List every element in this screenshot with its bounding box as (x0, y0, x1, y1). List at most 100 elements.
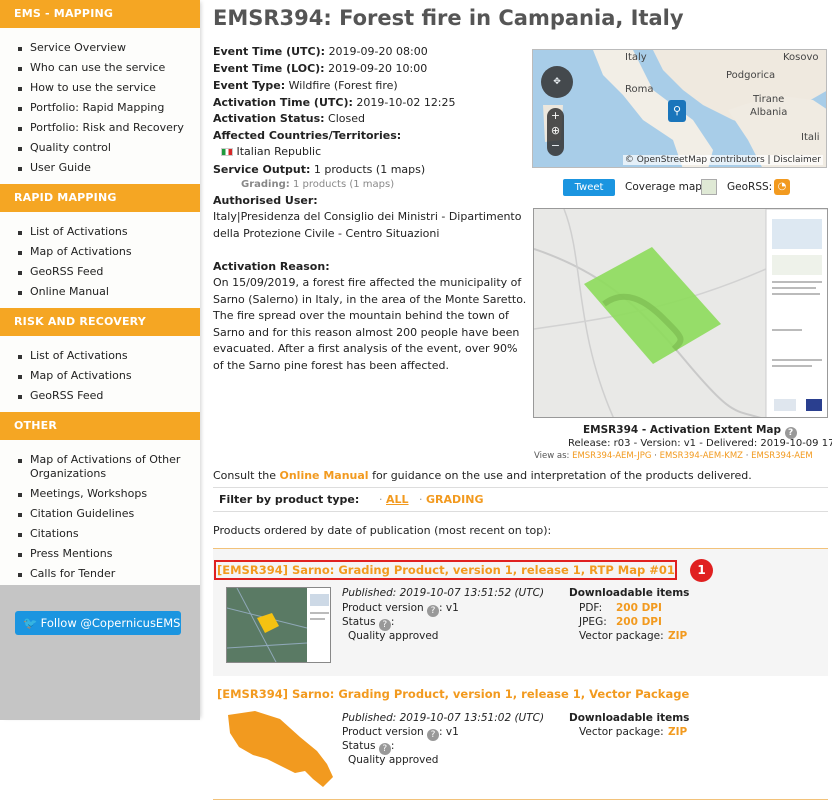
help-icon[interactable]: ? (427, 605, 440, 617)
format-link-other[interactable]: EMSR394-AEM (751, 451, 813, 461)
map-label-italy: Italy (625, 52, 647, 63)
download-vector-link[interactable]: ZIP (668, 725, 687, 740)
filter-bar: Filter by product type: · ALL · GRADING (213, 487, 828, 512)
menu-item-service-overview[interactable]: Service Overview (0, 38, 200, 58)
consult-note: Consult the Online Manual for guidance o… (213, 469, 752, 482)
download-vector: Vector package: (579, 630, 664, 642)
extent-map-graphic (534, 209, 827, 417)
filter-grading[interactable]: GRADING (426, 493, 483, 506)
filter-all[interactable]: ALL (386, 493, 409, 506)
map-label-itali: Itali (801, 132, 820, 143)
map-pan-control[interactable]: ✥ (541, 66, 573, 98)
product-published: Published: 2019-10-07 13:51:52 (UTC) (342, 587, 545, 599)
product-thumbnail[interactable] (226, 587, 331, 663)
format-link-kmz[interactable]: EMSR394-AEM-KMZ (660, 451, 743, 461)
country-item: Italian Republic (221, 144, 321, 160)
rapid-mapping-menu: List of Activations Map of Activations G… (0, 212, 200, 308)
online-manual-link[interactable]: Online Manual (280, 469, 369, 482)
products-heading: Products ordered by date of publication … (213, 524, 552, 537)
map-label-albania: Albania (750, 107, 788, 118)
product-thumbnail-graphic (227, 588, 330, 662)
menu-item-list-activations[interactable]: List of Activations (0, 222, 200, 242)
menu-item-map-activations[interactable]: Map of Activations (0, 242, 200, 262)
map-label-tirane: Tirane (753, 94, 785, 105)
menu-item-online-manual[interactable]: Online Manual (0, 282, 200, 302)
italy-flag-icon (221, 148, 233, 156)
event-time-utc: Event Time (UTC): 2019-09-20 08:00 (213, 45, 428, 58)
map-zoom-control[interactable]: + ⊕ − (547, 108, 564, 156)
section-header-risk-recovery: RISK AND RECOVERY (0, 308, 200, 336)
download-jpeg-link[interactable]: 200 DPI (616, 615, 662, 630)
extent-map-meta: Release: r03 - Version: v1 - Delivered: … (568, 438, 832, 449)
coverage-map-icon[interactable] (701, 179, 717, 195)
vector-shape-thumbnail[interactable] (225, 709, 335, 789)
activation-reason: On 15/09/2019, a forest fire affected th… (213, 276, 527, 372)
page-title: EMSR394: Forest fire in Campania, Italy (213, 6, 684, 30)
format-link-jpg[interactable]: EMSR394-AEM-JPG (572, 451, 651, 461)
map-label-roma: Roma (625, 84, 654, 95)
product-card: [EMSR394] Sarno: Grading Product, versio… (213, 548, 828, 676)
map-pin-icon[interactable]: ⚲ (668, 100, 686, 122)
download-pdf-link[interactable]: 200 DPI (616, 601, 662, 616)
product-quality: Quality approved (348, 630, 439, 642)
menu-item-rr-map-activations[interactable]: Map of Activations (0, 366, 200, 386)
event-type: Event Type: Wildfire (Forest fire) (213, 79, 398, 92)
activation-status: Activation Status: Closed (213, 112, 365, 125)
downloadable-heading: Downloadable items (569, 712, 690, 724)
menu-item-who-can-use[interactable]: Who can use the service (0, 58, 200, 78)
risk-recovery-menu: List of Activations Map of Activations G… (0, 336, 200, 412)
grading-count: Grading: 1 products (1 maps) (241, 179, 395, 190)
authorised-user: Italy|Presidenza del Consiglio dei Minis… (213, 210, 522, 240)
map-label-kosovo: Kosovo (783, 52, 819, 63)
download-vector-link[interactable]: ZIP (668, 629, 687, 644)
tweet-button[interactable]: Tweet (563, 179, 615, 196)
section-header-other: OTHER (0, 412, 200, 440)
menu-item-quality-control[interactable]: Quality control (0, 138, 200, 158)
georss-label: GeoRSS: (727, 181, 773, 193)
coverage-map-label: Coverage map: (625, 181, 706, 193)
other-menu: Map of Activations of Other Organization… (0, 440, 200, 590)
activation-time: Activation Time (UTC): 2019-10-02 12:25 (213, 96, 456, 109)
menu-item-citation-guidelines[interactable]: Citation Guidelines (0, 504, 200, 524)
download-jpeg: JPEG: (579, 616, 607, 628)
menu-item-rr-georss[interactable]: GeoRSS Feed (0, 386, 200, 406)
follow-label: Follow @CopernicusEMS (40, 616, 181, 630)
service-output: Service Output: 1 products (1 maps) (213, 163, 426, 176)
product-title-link[interactable]: [EMSR394] Sarno: Grading Product, versio… (217, 563, 675, 577)
event-time-loc: Event Time (LOC): 2019-09-20 10:00 (213, 62, 428, 75)
download-pdf: PDF: (579, 602, 603, 614)
product-quality: Quality approved (348, 754, 439, 766)
extent-map-thumbnail[interactable] (533, 208, 828, 418)
menu-item-map-other-orgs[interactable]: Map of Activations of Other Organization… (0, 450, 200, 484)
ems-mapping-menu: Service Overview Who can use the service… (0, 28, 200, 184)
filter-label: Filter by product type: (219, 493, 360, 506)
menu-item-user-guide[interactable]: User Guide (0, 158, 200, 178)
product-published: Published: 2019-10-07 13:51:02 (UTC) (342, 712, 545, 724)
menu-item-georss[interactable]: GeoRSS Feed (0, 262, 200, 282)
product-card: [EMSR394] Sarno: Grading Product, versio… (213, 676, 828, 800)
follow-twitter-button[interactable]: 🐦 Follow @CopernicusEMS (15, 611, 181, 635)
extent-map-formats: View as: EMSR394-AEM-JPG · EMSR394-AEM-K… (534, 451, 813, 461)
section-header-ems-mapping: EMS - MAPPING (0, 0, 200, 28)
map-label-podgorica: Podgorica (726, 70, 776, 81)
menu-item-portfolio-risk[interactable]: Portfolio: Risk and Recovery (0, 118, 200, 138)
downloadable-heading: Downloadable items (569, 587, 690, 599)
rss-icon[interactable]: ◔ (774, 179, 790, 195)
map-attribution[interactable]: © OpenStreetMap contributors | Disclaime… (622, 155, 823, 165)
menu-item-portfolio-rapid[interactable]: Portfolio: Rapid Mapping (0, 98, 200, 118)
reason-label: Activation Reason: (213, 260, 330, 273)
product-title-link[interactable]: [EMSR394] Sarno: Grading Product, versio… (217, 687, 689, 701)
menu-item-how-to-use[interactable]: How to use the service (0, 78, 200, 98)
sidebar-footer (0, 585, 200, 720)
affected-countries-label: Affected Countries/Territories: (213, 129, 402, 142)
help-icon[interactable]: ? (427, 729, 440, 741)
menu-item-rr-list-activations[interactable]: List of Activations (0, 346, 200, 366)
menu-item-citations[interactable]: Citations (0, 524, 200, 544)
vector-shape-graphic (228, 711, 333, 787)
menu-item-press-mentions[interactable]: Press Mentions (0, 544, 200, 564)
twitter-icon: 🐦 (23, 616, 38, 630)
menu-item-calls-tender[interactable]: Calls for Tender (0, 564, 200, 584)
section-header-rapid-mapping: RAPID MAPPING (0, 184, 200, 212)
overview-map[interactable]: Italy Podgorica Kosovo Roma Tirane Alban… (532, 49, 827, 168)
menu-item-meetings[interactable]: Meetings, Workshops (0, 484, 200, 504)
